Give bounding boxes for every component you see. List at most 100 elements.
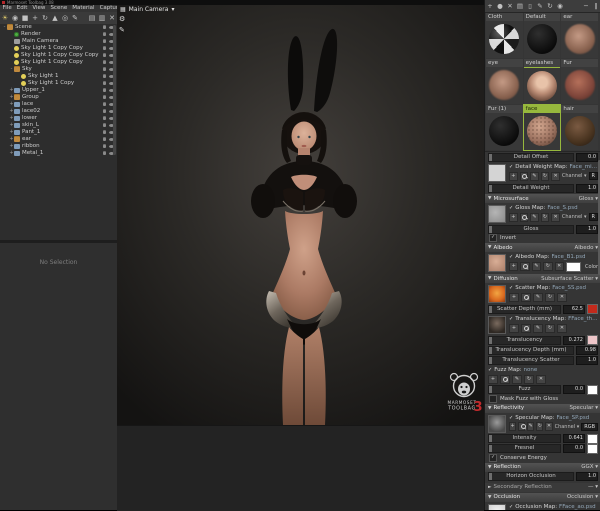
material-cell-fur-1[interactable]: Fur (1) [486, 105, 523, 150]
tree-item-sky-light-1-copy[interactable]: Sky Light 1 Copy [0, 80, 117, 87]
map-enabled-checkbox[interactable]: ✓ [509, 504, 513, 510]
slider-value[interactable]: 1.0 [576, 356, 598, 365]
new-material-icon[interactable]: + [485, 2, 495, 10]
menu-capture[interactable]: Capture [97, 5, 117, 12]
add-icon[interactable]: + [509, 293, 519, 302]
texture-thumbnail[interactable] [488, 285, 506, 303]
add-icon[interactable]: + [509, 213, 518, 222]
section-mode-select[interactable]: Occlusion ▾ [567, 494, 598, 500]
section-secondary-reflection[interactable]: ►Secondary Reflection— ▾ [485, 483, 600, 492]
reload-icon[interactable]: ↻ [545, 293, 555, 302]
reload-icon[interactable]: ↻ [543, 262, 552, 271]
menu-material[interactable]: Material [70, 5, 97, 12]
lock-icon[interactable] [103, 40, 106, 43]
edit-icon[interactable]: ✎ [527, 422, 534, 431]
material-cell-hair[interactable]: hair [561, 105, 598, 150]
magnify-icon[interactable] [500, 375, 510, 384]
open-folder-icon[interactable]: ▤ [515, 2, 525, 10]
lock-icon[interactable] [103, 117, 106, 120]
slider-handle[interactable] [489, 337, 492, 344]
color-swatch[interactable] [587, 304, 598, 314]
lock-icon[interactable] [103, 33, 106, 36]
tree-item-sky-light-1-copy-copy[interactable]: Sky Light 1 Copy Copy [0, 59, 117, 66]
section-occlusion[interactable]: ▼OcclusionOcclusion ▾ [485, 493, 600, 502]
texture-thumbnail[interactable] [488, 316, 506, 334]
lock-icon[interactable] [103, 124, 106, 127]
tree-scrollbar[interactable] [113, 25, 116, 155]
viewport[interactable]: ▦ Main Camera ▾ ⚙ ✎ [117, 5, 484, 425]
slider-track[interactable]: Detail Offset [488, 153, 574, 162]
add-icon[interactable]: + [509, 262, 518, 271]
section-mode-select[interactable]: Specular ▾ [569, 405, 598, 411]
slider-track[interactable]: Fuzz [488, 385, 561, 394]
texture-thumbnail[interactable] [488, 504, 506, 511]
slider-handle[interactable] [489, 435, 492, 442]
section-mode-select[interactable]: Gloss ▾ [579, 196, 598, 202]
edit-icon[interactable]: ✎ [530, 172, 539, 181]
add-icon[interactable]: + [488, 375, 498, 384]
lock-icon[interactable] [103, 103, 106, 106]
slider-track[interactable]: Intensity [488, 434, 561, 443]
magnify-icon[interactable] [521, 324, 531, 333]
lock-icon[interactable] [103, 82, 106, 85]
refresh-icon[interactable]: ↻ [545, 2, 555, 10]
slider-handle[interactable] [489, 347, 492, 354]
clear-icon[interactable]: ✕ [557, 293, 567, 302]
paint-material-icon[interactable]: ✎ [535, 2, 545, 10]
delete-icon[interactable]: ✕ [107, 14, 117, 22]
reload-icon[interactable]: ↻ [541, 172, 550, 181]
slider-handle[interactable] [489, 154, 492, 161]
add-object-icon[interactable]: ■ [20, 14, 30, 22]
tree-item-scene[interactable]: -Scene [0, 24, 117, 31]
map-enabled-checkbox[interactable]: ✓ [509, 285, 513, 291]
color-swatch[interactable] [587, 335, 598, 345]
checkbox-mask-fuzz-with-gloss[interactable]: Mask Fuzz with Gloss [485, 395, 600, 403]
tree-item-lace02[interactable]: +lace02 [0, 108, 117, 115]
rotate-icon[interactable]: ↻ [40, 14, 50, 22]
material-cell-face[interactable]: face [524, 105, 561, 150]
slider-track[interactable]: Translucency Scatter [488, 356, 574, 365]
tree-item-lower[interactable]: +lower [0, 115, 117, 122]
lock-icon[interactable] [103, 68, 106, 71]
lock-icon[interactable] [103, 110, 106, 113]
slider-track[interactable]: Translucency [488, 336, 561, 345]
magnify-icon[interactable] [521, 293, 531, 302]
menu-file[interactable]: File [0, 5, 14, 12]
checkbox-icon[interactable]: ✓ [489, 454, 497, 462]
slider-value[interactable]: 62.5 [563, 305, 585, 314]
reload-icon[interactable]: ↻ [541, 213, 550, 222]
checkbox-invert[interactable]: ✓Invert [485, 234, 600, 242]
focus-icon[interactable]: ◎ [60, 14, 70, 22]
material-cell-default[interactable]: Default [524, 13, 561, 58]
channel-select[interactable]: Channel ▾R [562, 172, 598, 180]
magnify-icon[interactable] [520, 262, 529, 271]
map-enabled-checkbox[interactable]: ✓ [509, 205, 513, 211]
viewport-canvas[interactable]: MARMOSET TOOLBAG 3 [117, 5, 484, 425]
add-camera-icon[interactable]: ◉ [10, 14, 20, 22]
tree-item-sky-light-1[interactable]: Sky Light 1 [0, 73, 117, 80]
translate-icon[interactable]: + [30, 14, 40, 22]
lock-icon[interactable] [103, 75, 106, 78]
slider-value[interactable]: 0.0 [563, 444, 585, 453]
section-microsurface[interactable]: ▼MicrosurfaceGloss ▾ [485, 194, 600, 203]
add-light-icon[interactable]: ☀ [0, 14, 10, 22]
checkbox-icon[interactable] [489, 395, 497, 403]
slider-track[interactable]: Fresnel [488, 444, 561, 453]
lock-icon[interactable] [103, 89, 106, 92]
color-swatch[interactable] [587, 444, 598, 454]
slider-handle[interactable] [489, 386, 492, 393]
trash-icon[interactable]: ▯ [525, 2, 535, 10]
clear-icon[interactable]: ✕ [551, 213, 560, 222]
slider-handle[interactable] [489, 473, 492, 480]
texture-thumbnail[interactable] [488, 415, 506, 433]
slider-value[interactable]: 1.0 [576, 225, 598, 234]
color-swatch[interactable] [587, 434, 598, 444]
map-enabled-checkbox[interactable]: ✓ [509, 164, 513, 170]
collapse-panel-icon[interactable]: ─ [581, 2, 591, 10]
open-folder-icon[interactable]: ▤ [87, 14, 97, 22]
tree-item-render[interactable]: Render [0, 31, 117, 38]
material-cell-eye[interactable]: eye [486, 59, 523, 104]
material-cell-fur[interactable]: Fur [561, 59, 598, 104]
slider-value[interactable]: 0.272 [563, 336, 585, 345]
slider-value[interactable]: 0.0 [563, 385, 585, 394]
